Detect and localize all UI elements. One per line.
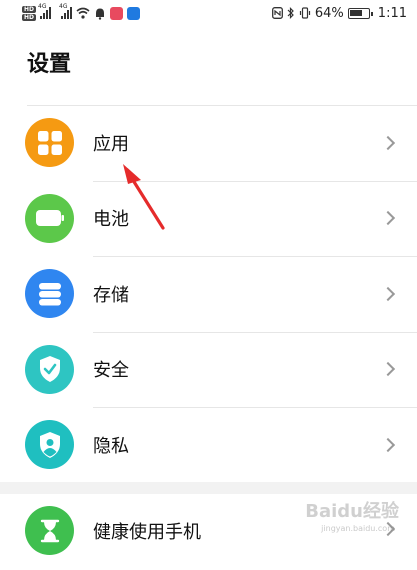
settings-item-label: 存储 xyxy=(93,281,129,307)
bluetooth-icon xyxy=(287,7,295,19)
battery-icon xyxy=(348,8,370,19)
settings-item-label: 隐私 xyxy=(93,432,129,458)
settings-item-battery[interactable]: 电池 xyxy=(0,181,417,257)
section-separator xyxy=(0,482,417,494)
hd-badges: HD HD xyxy=(22,6,36,21)
signal-type: 4G xyxy=(59,3,67,10)
status-right: 64% 1:11 xyxy=(272,6,407,21)
signal-icon: 4G xyxy=(61,7,72,19)
chevron-right-icon xyxy=(381,211,395,225)
chevron-right-icon xyxy=(381,362,395,376)
signal-icon: 4G xyxy=(40,7,51,19)
settings-item-label: 应用 xyxy=(93,130,129,156)
settings-item-storage[interactable]: 存储 xyxy=(0,256,417,332)
alipay-icon xyxy=(127,7,140,20)
battery-icon xyxy=(25,194,74,243)
notification-bell-icon xyxy=(94,7,106,20)
apps-grid-icon xyxy=(25,118,74,167)
divider xyxy=(93,332,417,333)
wifi-icon xyxy=(76,7,90,19)
status-bar: HD HD 4G 4G xyxy=(0,0,417,26)
app-notification-icon xyxy=(110,7,123,20)
divider xyxy=(93,181,417,182)
settings-item-security[interactable]: 安全 xyxy=(0,332,417,408)
chevron-right-icon xyxy=(381,438,395,452)
privacy-shield-icon xyxy=(25,420,74,469)
chevron-right-icon xyxy=(381,287,395,301)
page-title: 设置 xyxy=(27,46,71,78)
settings-item-label: 安全 xyxy=(93,356,129,382)
settings-item-privacy[interactable]: 隐私 xyxy=(0,407,417,483)
chevron-right-icon xyxy=(381,136,395,150)
settings-list: 应用 电池 存储 xyxy=(0,105,417,483)
vibrate-icon xyxy=(299,7,311,19)
storage-icon xyxy=(25,269,74,318)
divider xyxy=(27,105,417,106)
hourglass-icon xyxy=(25,506,74,555)
divider xyxy=(93,256,417,257)
hd-badge: HD xyxy=(22,14,36,21)
divider xyxy=(93,407,417,408)
settings-item-apps[interactable]: 应用 xyxy=(0,105,417,181)
settings-item-label: 健康使用手机 xyxy=(93,518,201,544)
hd-badge: HD xyxy=(22,6,36,13)
watermark-url: jingyan.baidu.com xyxy=(321,524,395,533)
settings-item-label: 电池 xyxy=(93,205,129,231)
clock: 1:11 xyxy=(378,6,407,21)
signal-type: 4G xyxy=(38,3,46,10)
status-left: HD HD 4G 4G xyxy=(22,6,140,21)
watermark: Baidu经验 xyxy=(305,497,399,523)
shield-check-icon xyxy=(25,345,74,394)
nfc-icon xyxy=(272,7,283,19)
battery-percentage: 64% xyxy=(315,6,344,21)
